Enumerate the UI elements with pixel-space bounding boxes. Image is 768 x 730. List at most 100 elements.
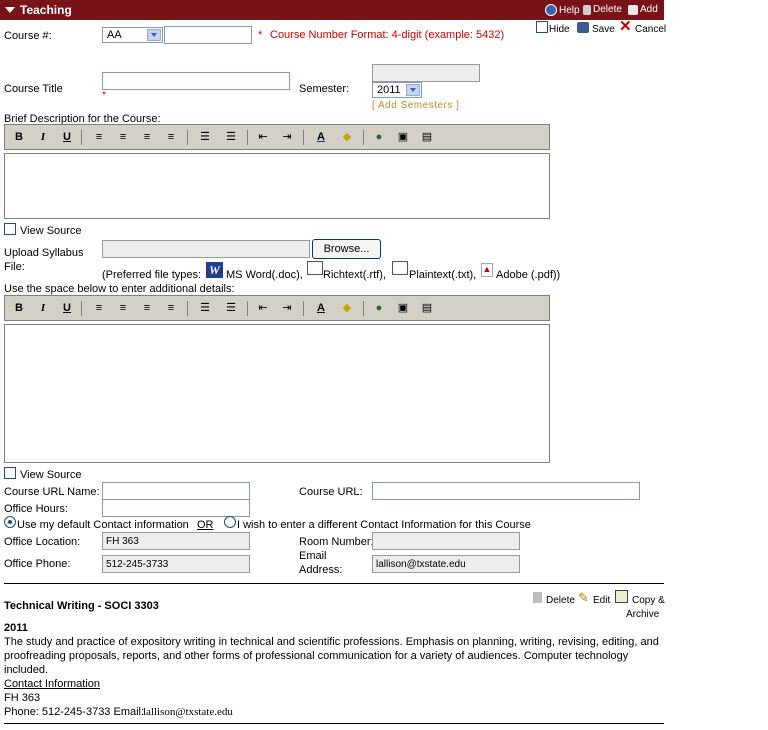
description-editor[interactable] — [4, 153, 550, 219]
office-phone-label: Office Phone: — [4, 558, 71, 570]
course-title-input[interactable] — [102, 72, 290, 90]
italic-button[interactable]: I — [35, 301, 51, 315]
syllabus-file-input[interactable] — [102, 240, 310, 258]
semester-select[interactable]: 2011 — [372, 82, 422, 98]
view-source-checkbox-2[interactable] — [4, 467, 16, 479]
copy-archive-icon[interactable] — [615, 590, 628, 603]
cancel-icon[interactable]: ✕ — [619, 17, 632, 35]
entry-archive-label[interactable]: Archive — [626, 609, 659, 620]
outdent-icon[interactable]: ⇤ — [255, 301, 271, 315]
cancel-button[interactable]: Cancel — [635, 24, 666, 35]
course-prefix-value: AA — [107, 29, 122, 41]
underline-button[interactable]: U — [59, 301, 75, 315]
indent-icon[interactable]: ⇥ — [279, 301, 295, 315]
email-label: Email — [299, 550, 327, 562]
browse-button[interactable]: Browse... — [312, 239, 381, 259]
bold-button[interactable]: B — [11, 301, 27, 315]
office-hours-input[interactable] — [102, 499, 250, 517]
add-semesters-link[interactable]: [ Add Semesters ] — [372, 100, 459, 111]
highlight-icon[interactable]: ◆ — [339, 130, 355, 144]
font-color-icon[interactable]: A — [313, 130, 329, 144]
numbered-list-icon[interactable]: ☰ — [197, 301, 213, 315]
pencil-icon[interactable]: ✎ — [578, 590, 589, 606]
save-icon[interactable] — [577, 22, 589, 33]
delete-section-button[interactable]: Delete — [583, 4, 622, 15]
view-source-checkbox[interactable] — [4, 223, 16, 235]
contact-info-heading[interactable]: Contact Information — [4, 678, 100, 690]
upload-file-label: File: — [4, 261, 25, 273]
txt-file-icon — [392, 261, 408, 275]
toolbar-separator — [303, 130, 304, 145]
justify-icon[interactable]: ≡ — [163, 301, 179, 315]
view-source-label: View Source — [20, 225, 82, 237]
align-left-icon[interactable]: ≡ — [91, 301, 107, 315]
add-button[interactable]: Add — [628, 4, 658, 15]
image-icon[interactable]: ▣ — [395, 130, 411, 144]
semester-display — [372, 64, 480, 82]
save-button[interactable]: Save — [592, 24, 615, 35]
bold-button[interactable]: B — [11, 130, 27, 144]
toolbar-separator — [187, 130, 188, 145]
entry-copy-button[interactable]: Copy & — [632, 595, 665, 606]
hide-checkbox[interactable] — [536, 21, 548, 33]
align-right-icon[interactable]: ≡ — [139, 130, 155, 144]
underline-button[interactable]: U — [59, 130, 75, 144]
section-header: Teaching Help Delete Add — [0, 0, 664, 20]
pdf-type-label: Adobe (.pdf)) — [496, 269, 561, 281]
bullet-list-icon[interactable]: ☰ — [223, 130, 239, 144]
align-center-icon[interactable]: ≡ — [115, 301, 131, 315]
hide-label: Hide — [549, 24, 570, 35]
indent-icon[interactable]: ⇥ — [279, 130, 295, 144]
collapse-triangle-icon[interactable] — [5, 7, 15, 13]
course-number-input[interactable] — [164, 26, 252, 44]
required-mark: * — [258, 29, 263, 41]
different-contact-radio[interactable] — [224, 516, 236, 528]
table-icon[interactable]: ▤ — [419, 130, 435, 144]
course-url-name-input[interactable] — [102, 482, 250, 500]
office-phone-field — [102, 555, 250, 573]
entry-delete-button[interactable]: Delete — [546, 595, 575, 606]
outdent-icon[interactable]: ⇤ — [255, 130, 271, 144]
italic-button[interactable]: I — [35, 130, 51, 144]
entry-title: Technical Writing - SOCI 3303 — [4, 600, 159, 612]
entry-description-line-3: included. — [4, 664, 49, 676]
toolbar-separator — [187, 301, 188, 316]
details-editor[interactable] — [4, 324, 550, 463]
default-contact-radio[interactable] — [4, 516, 16, 528]
align-left-icon[interactable]: ≡ — [91, 130, 107, 144]
highlight-icon[interactable]: ◆ — [339, 301, 355, 315]
hyperlink-icon[interactable]: ● — [371, 130, 387, 144]
trash-icon[interactable] — [533, 592, 542, 603]
course-prefix-select[interactable]: AA — [102, 27, 163, 43]
chevron-down-icon — [147, 29, 161, 41]
numbered-list-icon[interactable]: ☰ — [197, 130, 213, 144]
image-icon[interactable]: ▣ — [395, 301, 411, 315]
room-number-field — [372, 532, 520, 550]
toolbar-separator — [81, 301, 82, 316]
course-url-label: Course URL: — [299, 486, 363, 498]
additional-details-label: Use the space below to enter additional … — [4, 283, 235, 295]
font-color-icon[interactable]: A — [313, 301, 329, 315]
align-right-icon[interactable]: ≡ — [139, 301, 155, 315]
upload-syllabus-label: Upload Syllabus — [4, 247, 84, 259]
toolbar-separator — [363, 301, 364, 316]
align-center-icon[interactable]: ≡ — [115, 130, 131, 144]
table-icon[interactable]: ▤ — [419, 301, 435, 315]
course-url-input[interactable] — [372, 482, 640, 500]
bullet-list-icon[interactable]: ☰ — [223, 301, 239, 315]
hyperlink-icon[interactable]: ● — [371, 301, 387, 315]
course-number-hint: Course Number Format: 4-digit (example: … — [270, 29, 505, 41]
chevron-down-icon — [406, 84, 420, 96]
entry-description-line-2: proofreading proposals, reports, and oth… — [4, 650, 629, 662]
txt-type-label: Plaintext(.txt), — [409, 269, 477, 281]
semester-label: Semester: — [299, 83, 350, 95]
help-button[interactable]: Help — [545, 4, 580, 16]
justify-icon[interactable]: ≡ — [163, 130, 179, 144]
email-address-label: Address: — [299, 564, 343, 576]
course-title-label: Course Title — [4, 83, 63, 95]
entry-location: FH 363 — [4, 692, 41, 704]
entry-edit-button[interactable]: Edit — [593, 595, 610, 606]
course-number-label: Course #: — [4, 30, 52, 42]
email-field — [372, 555, 520, 573]
course-url-name-label: Course URL Name: — [4, 486, 100, 498]
